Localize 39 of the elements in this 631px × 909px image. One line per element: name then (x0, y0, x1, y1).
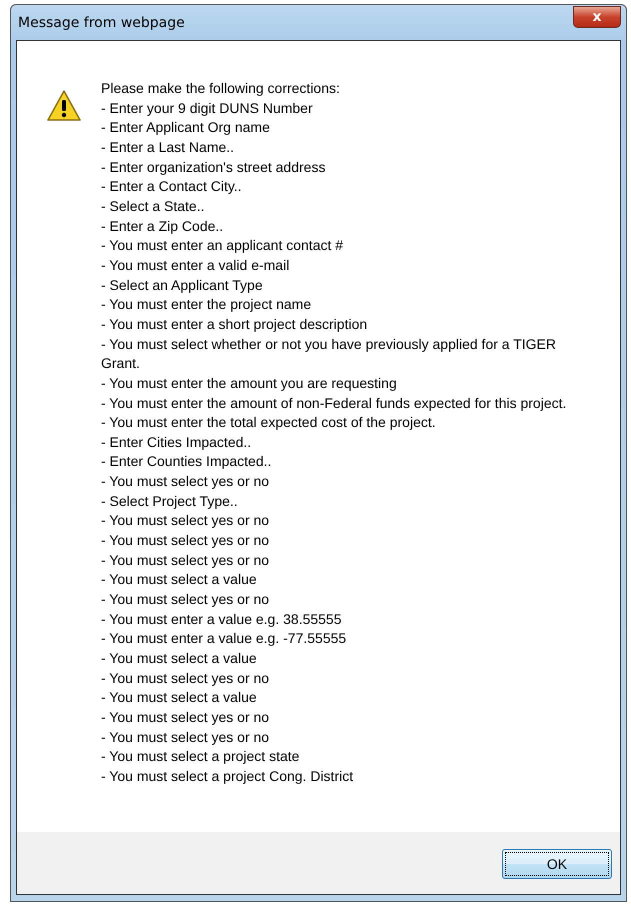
error-line: - Select an Applicant Type (101, 276, 264, 295)
error-line: - Enter Cities Impacted.. (101, 432, 252, 452)
error-line: - You must enter the project name (101, 295, 312, 314)
error-line: - Enter a Contact City.. (101, 177, 243, 196)
error-line: - You must enter a valid e-mail (101, 256, 290, 275)
error-line: - You must select whether or not you have previously applied for a TIGER Grant. (101, 334, 557, 374)
error-line: - You must enter a value e.g. -77.55555 (101, 629, 348, 648)
error-line: - You must select yes or no (101, 472, 270, 492)
error-line: - You must select yes or no (101, 590, 270, 610)
error-line: - You must select a value (101, 688, 258, 708)
error-line: - Enter your 9 digit DUNS Number (101, 98, 314, 118)
error-line: - You must enter a short project description (101, 314, 368, 334)
error-line: - You must select yes or no (101, 531, 270, 550)
error-line: - You must select a value (101, 649, 258, 668)
error-line: - You must select a value (101, 570, 258, 590)
error-line: - You must select a project state (101, 747, 300, 766)
error-line: - Enter a Last Name.. (101, 138, 236, 157)
error-line: - You must enter the amount you are requesting (101, 374, 398, 393)
error-line: - Select a State.. (101, 196, 206, 216)
error-line: - You must select yes or no (101, 668, 270, 688)
error-line: - You must enter a value e.g. 38.55555 (101, 610, 343, 629)
error-line: - Enter Applicant Org name (101, 118, 271, 138)
error-line: - You must enter an applicant contact # (101, 236, 344, 256)
close-button[interactable]: x (573, 6, 621, 28)
error-line: - You must select a project Cong. District (101, 766, 354, 786)
warning-icon (46, 89, 82, 122)
error-line: - Enter a Zip Code.. (101, 216, 224, 236)
ok-button[interactable]: OK (502, 849, 612, 879)
error-line: - You must enter the total expected cost of the project. (101, 413, 437, 432)
message-heading: Please make the following corrections: (101, 79, 341, 98)
error-line: - You must select yes or no (101, 511, 270, 530)
error-line: - Select Project Type.. (101, 492, 239, 511)
error-line: - You must select yes or no (101, 550, 270, 570)
error-line: - You must select yes or no (101, 708, 270, 727)
error-line: - Enter organization's street address (101, 158, 326, 177)
error-line: - You must select yes or no (101, 728, 270, 747)
error-line: - You must enter the amount of non-Federal funds expected for this project. (101, 394, 568, 413)
window-title: Message from webpage (17, 14, 185, 30)
error-line: - Enter Counties Impacted.. (101, 452, 272, 472)
